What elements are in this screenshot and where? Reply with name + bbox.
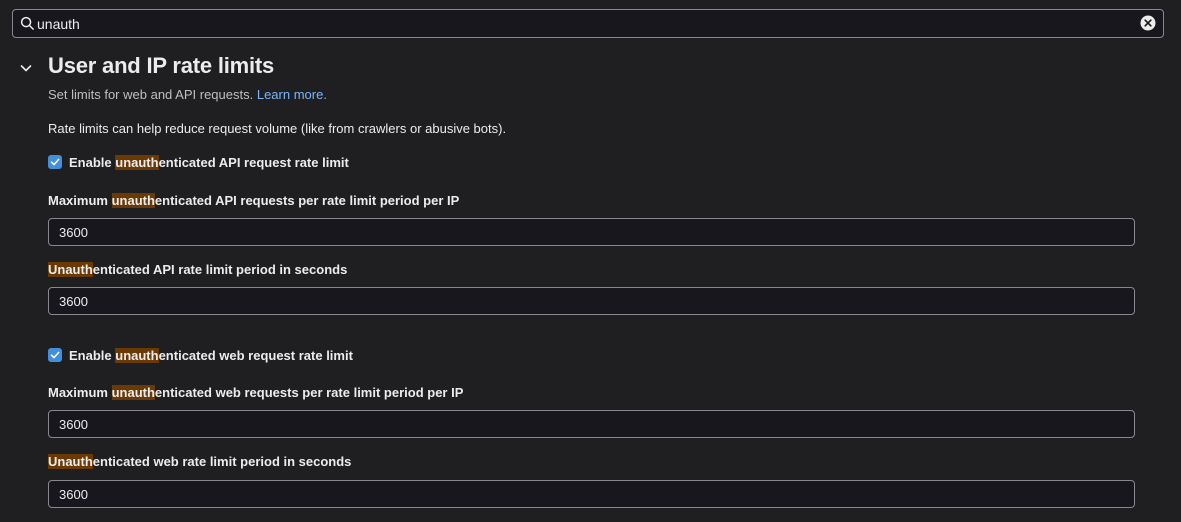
api-max-requests-input[interactable] bbox=[48, 218, 1135, 246]
web-period-input[interactable] bbox=[48, 480, 1135, 508]
web-period-label: Unauthenticated web rate limit period in… bbox=[48, 454, 352, 469]
api-max-requests-label: Maximum unauthenticated API requests per… bbox=[48, 193, 460, 208]
search-bar bbox=[12, 9, 1164, 38]
search-highlight: unauth bbox=[115, 154, 159, 170]
section-title: User and IP rate limits bbox=[48, 53, 275, 78]
web-max-requests-label: Maximum unauthenticated web requests per… bbox=[48, 385, 464, 400]
section-description-text: Set limits for web and API requests. bbox=[48, 87, 254, 102]
web-enable-checkbox[interactable] bbox=[48, 348, 62, 362]
api-period-label: Unauthenticated API rate limit period in… bbox=[48, 262, 348, 277]
section-description: Set limits for web and API requests. Lea… bbox=[48, 87, 327, 102]
learn-more-link[interactable]: Learn more. bbox=[257, 87, 327, 102]
search-highlight: unauth bbox=[111, 385, 155, 400]
chevron-down-icon[interactable] bbox=[18, 60, 34, 76]
search-highlight: Unauth bbox=[48, 454, 93, 469]
search-highlight: Unauth bbox=[48, 262, 93, 277]
search-highlight: unauth bbox=[115, 347, 159, 363]
search-icon bbox=[20, 16, 34, 30]
clear-search-icon[interactable] bbox=[1140, 15, 1156, 31]
api-period-input[interactable] bbox=[48, 287, 1135, 315]
api-rate-limit-toggle[interactable]: Enable unauthenticated API request rate … bbox=[48, 154, 349, 170]
intro-text: Rate limits can help reduce request volu… bbox=[48, 121, 507, 136]
search-highlight: unauth bbox=[111, 193, 155, 208]
checkmark-icon bbox=[50, 158, 60, 166]
web-rate-limit-toggle[interactable]: Enable unauthenticated web request rate … bbox=[48, 347, 353, 363]
web-max-requests-input[interactable] bbox=[48, 410, 1135, 438]
api-enable-label: Enable unauthenticated API request rate … bbox=[69, 154, 349, 170]
web-enable-label: Enable unauthenticated web request rate … bbox=[69, 347, 353, 363]
checkmark-icon bbox=[50, 351, 60, 359]
search-input[interactable] bbox=[37, 10, 1137, 37]
api-enable-checkbox[interactable] bbox=[48, 155, 62, 169]
